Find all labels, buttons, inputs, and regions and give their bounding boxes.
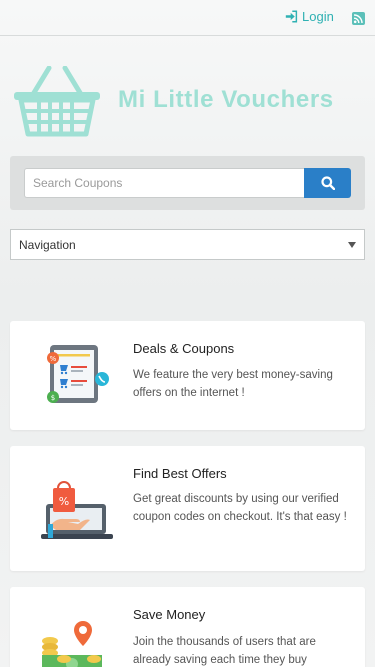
feature-title: Find Best Offers xyxy=(133,466,227,481)
login-link[interactable]: Login xyxy=(285,9,334,24)
feature-card-offers: % Find Best Offers Get great discounts b… xyxy=(10,446,365,571)
search-icon xyxy=(320,176,335,190)
login-label: Login xyxy=(302,9,334,24)
feature-card-save: Save Money Join the thousands of users t… xyxy=(10,587,365,667)
svg-text:%: % xyxy=(59,495,69,508)
coins-location-icon xyxy=(42,621,102,667)
feature-text: Join the thousands of users that are alr… xyxy=(133,636,316,666)
feature-title: Save Money xyxy=(133,607,206,622)
brand-name: Mi Little Vouchers xyxy=(118,86,334,113)
feature-text: We feature the very best money-saving of… xyxy=(133,369,333,399)
feature-card-deals: % $ Deals & Coupons We feature the very … xyxy=(10,321,365,430)
feature-text: Get great discounts by using our verifie… xyxy=(133,493,347,523)
svg-text:%: % xyxy=(50,355,57,363)
shopping-basket-icon xyxy=(14,66,100,137)
sign-in-icon xyxy=(285,10,298,23)
feature-title: Deals & Coupons xyxy=(133,341,235,356)
laptop-shopping-bag-icon: % xyxy=(41,481,113,539)
site-logo[interactable]: Mi Little Vouchers xyxy=(12,66,364,138)
svg-text:$: $ xyxy=(51,394,55,402)
tablet-cart-icon: % $ xyxy=(47,345,109,403)
top-bar: Login xyxy=(0,0,375,36)
chevron-down-icon xyxy=(348,242,356,248)
navigation-select[interactable]: Navigation xyxy=(10,229,365,260)
search-panel xyxy=(10,156,365,210)
search-input[interactable] xyxy=(24,168,304,198)
search-button[interactable] xyxy=(304,168,351,198)
rss-icon[interactable] xyxy=(352,12,365,25)
navigation-selected-value: Navigation xyxy=(19,237,76,252)
